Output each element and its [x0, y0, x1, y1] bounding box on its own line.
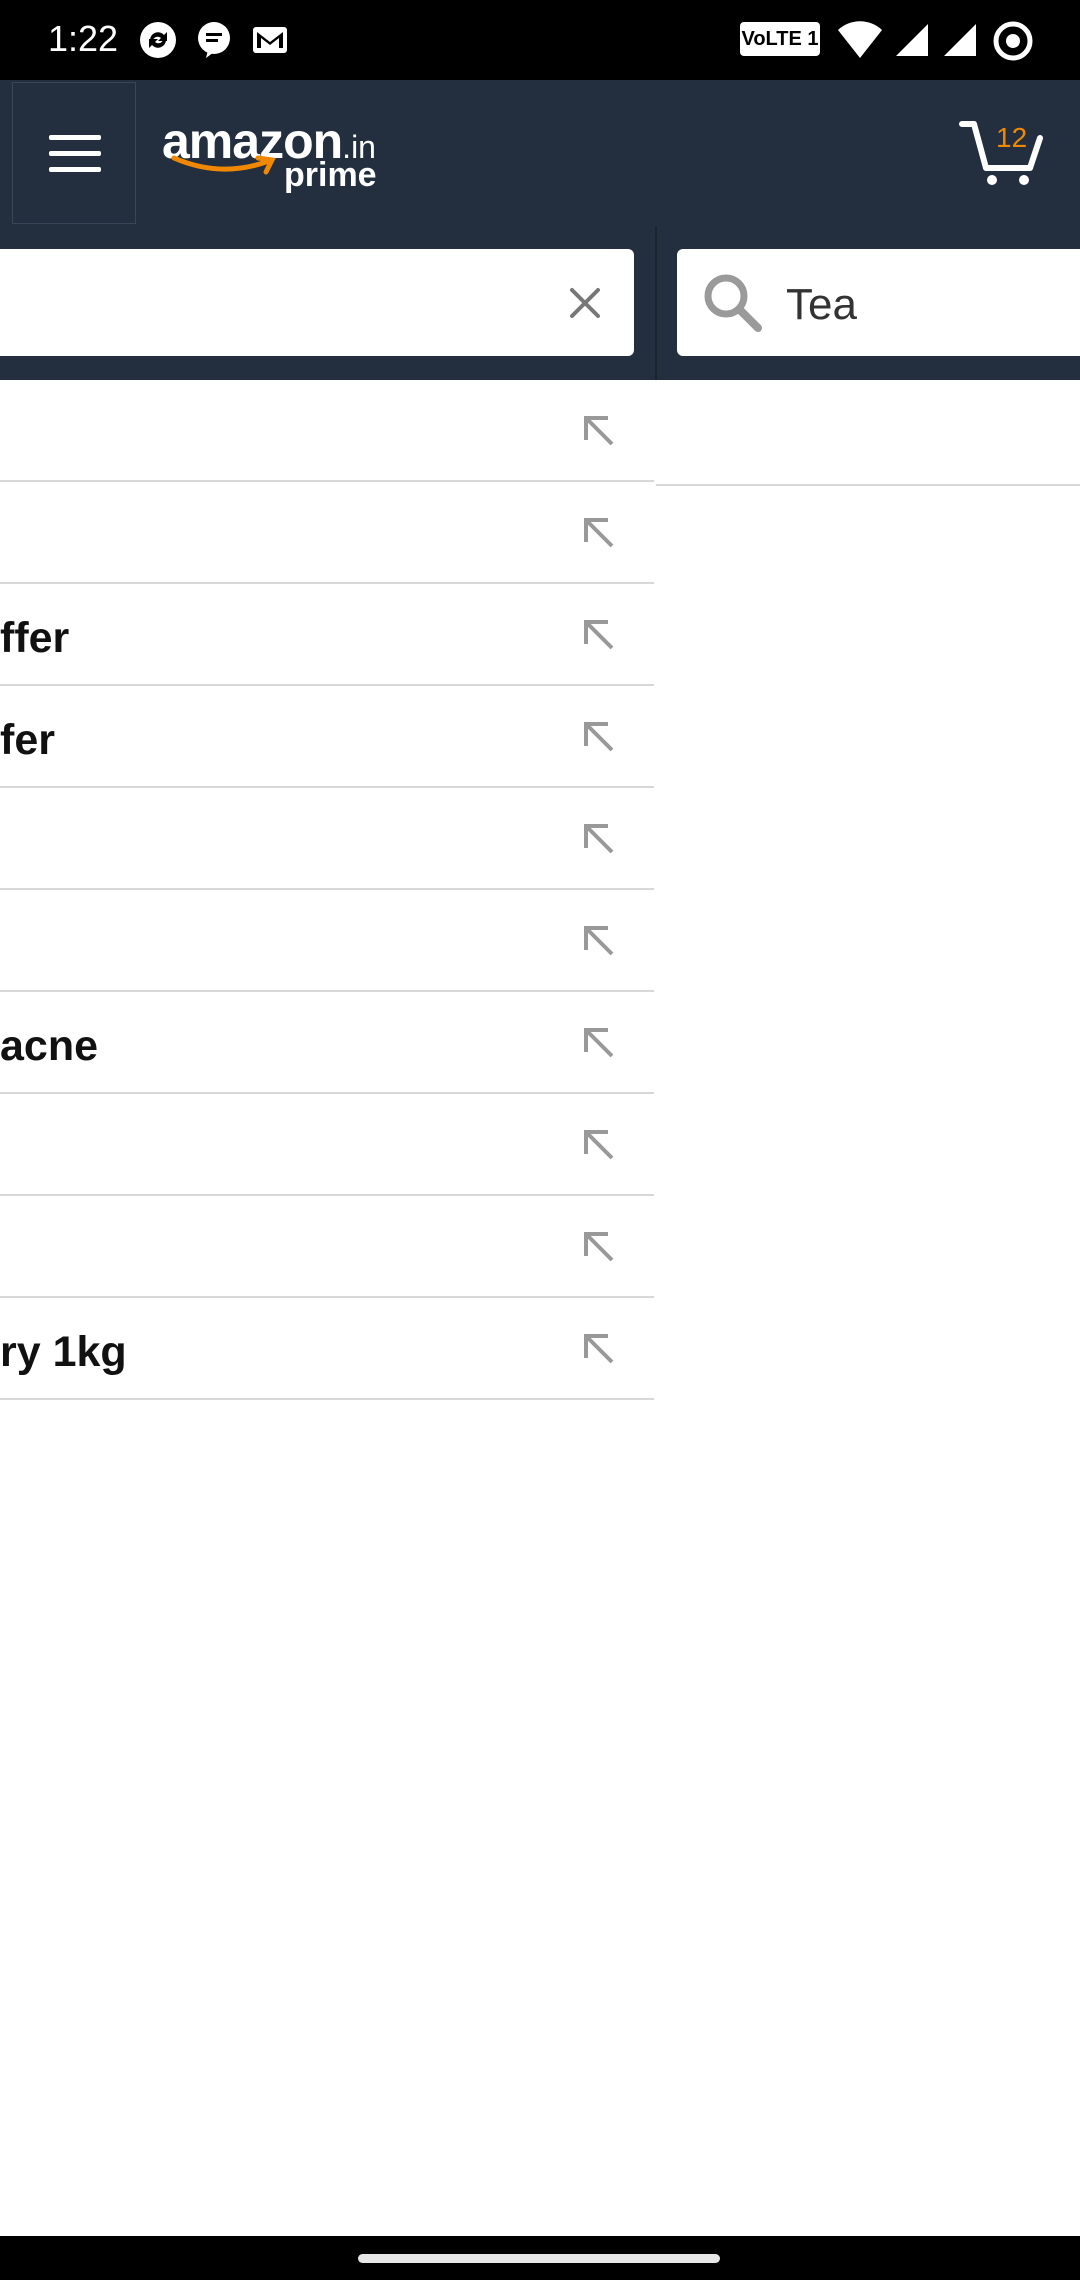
suggestion-item[interactable] — [0, 380, 654, 482]
menu-button[interactable] — [12, 82, 136, 224]
gmail-icon — [253, 27, 287, 53]
status-bar: 1:22 VoLTE 1 — [0, 0, 1080, 80]
suggestion-list: ffer fer acne ry 1kg — [0, 380, 654, 1400]
fill-query-arrow-icon[interactable] — [578, 1124, 618, 1164]
home-gesture-bar[interactable] — [358, 2254, 720, 2263]
amazon-smile-icon — [171, 155, 276, 175]
fill-query-arrow-icon[interactable] — [578, 1226, 618, 1266]
suggestion-item[interactable] — [0, 1196, 654, 1298]
suggestion-item[interactable]: acne — [0, 992, 654, 1094]
suggestion-item[interactable] — [0, 890, 654, 992]
suggestion-text: acne — [0, 1022, 99, 1070]
suggestion-text: ry 1kg — [0, 1328, 127, 1376]
fill-query-arrow-icon[interactable] — [578, 410, 618, 450]
fill-query-arrow-icon[interactable] — [578, 818, 618, 858]
suggestion-item[interactable]: ry 1kg — [0, 1298, 654, 1400]
suggestion-item[interactable] — [0, 788, 654, 890]
search-icon — [704, 274, 762, 332]
hamburger-icon-bar — [49, 167, 101, 172]
fill-query-arrow-icon[interactable] — [578, 1022, 618, 1062]
suggestion-item[interactable]: fer — [0, 686, 654, 788]
panel-divider — [655, 226, 657, 380]
fill-query-arrow-icon[interactable] — [578, 512, 618, 552]
clear-icon[interactable] — [560, 274, 610, 332]
amazon-prime-logo[interactable]: amazon.in prime — [162, 112, 377, 194]
search-input[interactable] — [0, 249, 634, 356]
fill-query-arrow-icon[interactable] — [578, 716, 618, 756]
signal-icon — [896, 24, 928, 56]
sync-icon — [140, 22, 176, 58]
logo-prime: prime — [284, 156, 377, 194]
fill-query-arrow-icon[interactable] — [578, 920, 618, 960]
search-query-text: Tea — [786, 280, 857, 329]
fill-query-arrow-icon[interactable] — [578, 614, 618, 654]
message-icon — [198, 22, 230, 58]
hamburger-icon-bar — [49, 151, 101, 156]
data-saver-icon — [993, 21, 1033, 61]
suggestion-item[interactable] — [0, 1094, 654, 1196]
suggestion-item[interactable]: ffer — [0, 584, 654, 686]
status-time: 1:22 — [48, 18, 119, 59]
volte-icon: VoLTE 1 — [740, 22, 820, 56]
signal-icon — [944, 24, 976, 56]
panel-separator — [656, 484, 1080, 486]
suggestion-item[interactable] — [0, 482, 654, 584]
suggestion-text: ffer — [0, 614, 70, 662]
hamburger-icon — [49, 135, 101, 140]
wifi-icon — [838, 21, 882, 58]
cart-count-badge: 12 — [996, 122, 1028, 153]
fill-query-arrow-icon[interactable] — [578, 1328, 618, 1368]
suggestion-text: fer — [0, 716, 55, 764]
